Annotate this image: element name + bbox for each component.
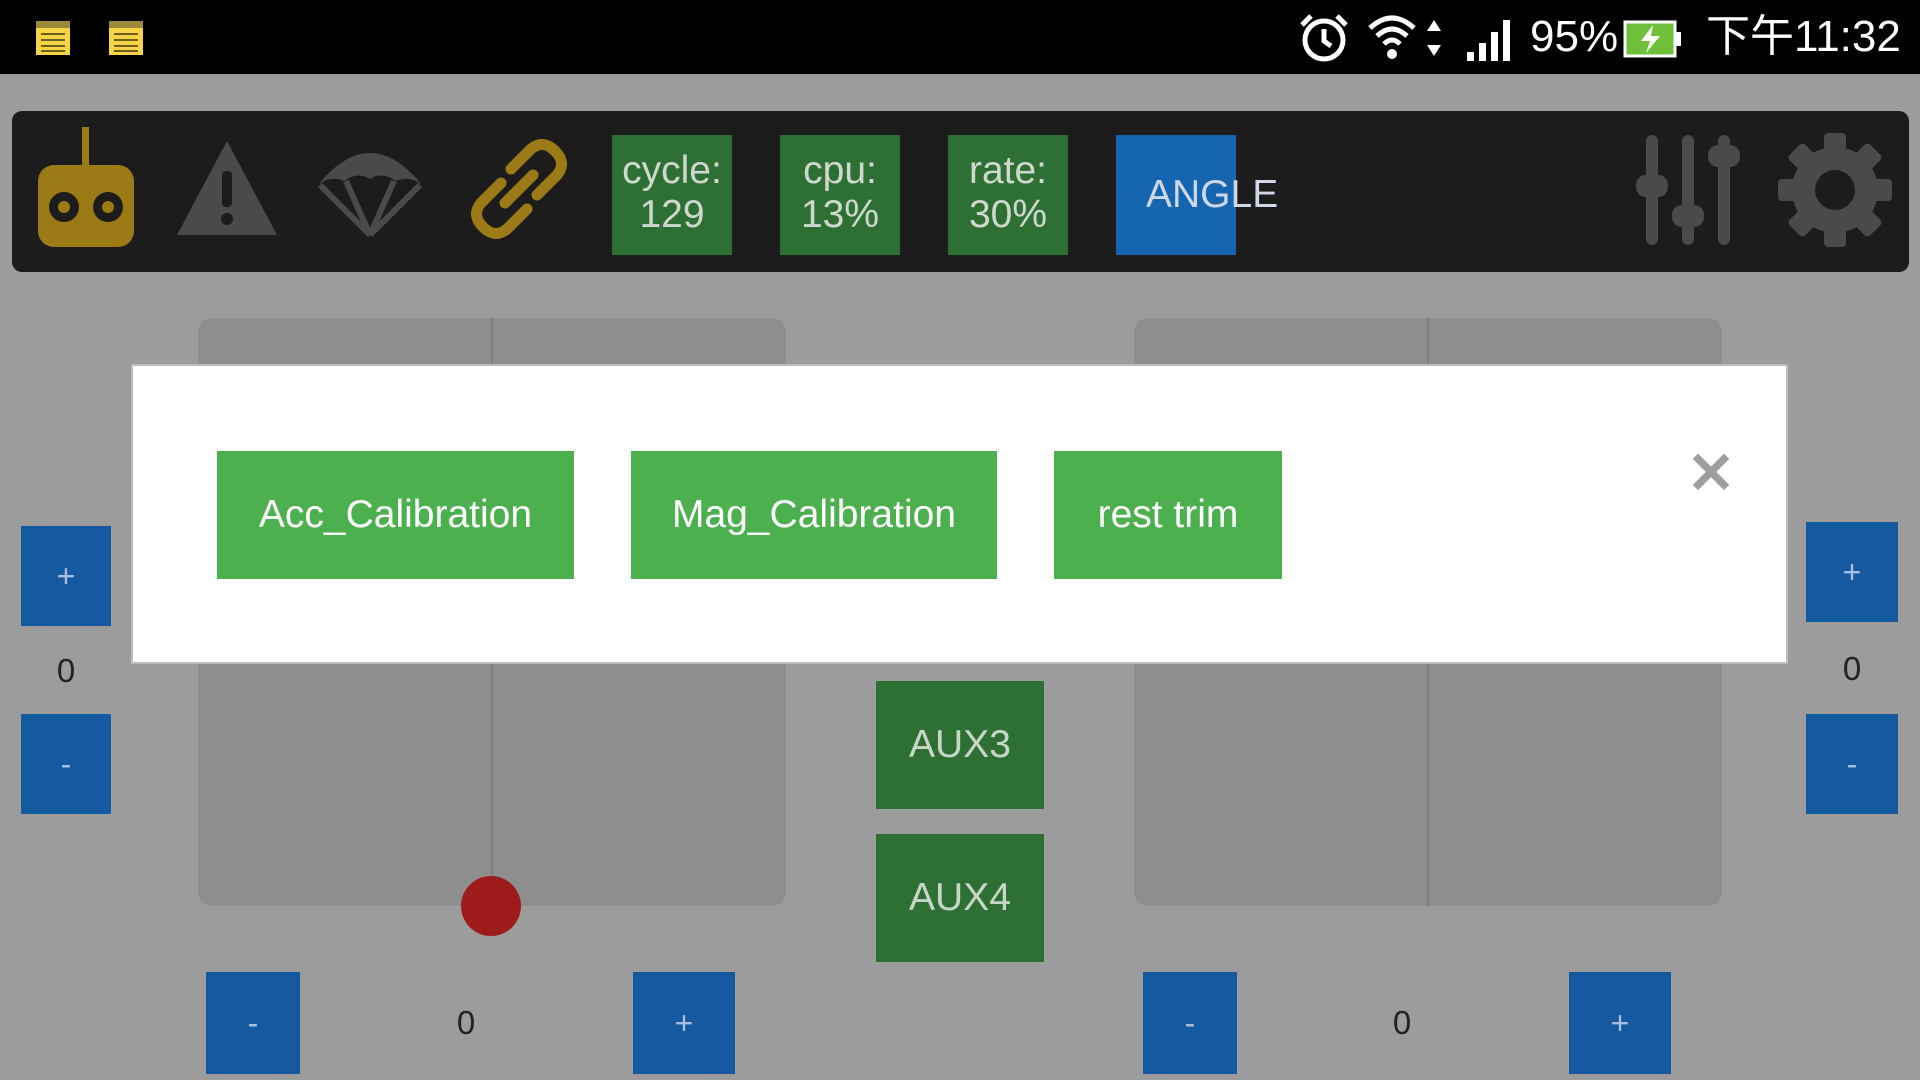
- left-trim-value: 0: [56, 652, 76, 689]
- left-trim-minus-button[interactable]: -: [21, 714, 111, 814]
- reset-trim-button[interactable]: rest trim: [1054, 451, 1282, 579]
- notes-icon: [109, 21, 143, 55]
- cycle-value: 129: [639, 193, 705, 236]
- cpu-label: cpu:: [803, 149, 877, 192]
- link-icon[interactable]: [467, 139, 571, 239]
- bottom-left-value: 0: [456, 1004, 476, 1041]
- cpu-stat: cpu: 13%: [780, 135, 900, 255]
- data-arrows-icon: [1427, 20, 1441, 56]
- toolbar: cycle: 129 cpu: 13% rate: 30% ANGLE: [12, 111, 1909, 272]
- acc-calibration-button[interactable]: Acc_Calibration: [217, 451, 574, 579]
- calibration-dialog: Acc_Calibration Mag_Calibration rest tri…: [131, 364, 1788, 664]
- bottom-right-value: 0: [1392, 1004, 1412, 1041]
- remote-controller-icon[interactable]: [36, 127, 136, 249]
- left-joystick-knob[interactable]: [461, 876, 521, 936]
- rate-stat: rate: 30%: [948, 135, 1068, 255]
- aux3-button[interactable]: AUX3: [876, 681, 1044, 809]
- bottom-right-minus-button[interactable]: -: [1143, 972, 1237, 1074]
- signal-icon: [1467, 20, 1510, 61]
- bottom-left-minus-button[interactable]: -: [206, 972, 300, 1074]
- aux4-button[interactable]: AUX4: [876, 834, 1044, 962]
- gear-icon[interactable]: [1776, 131, 1894, 249]
- bottom-right-plus-button[interactable]: +: [1569, 972, 1671, 1074]
- mag-calibration-button[interactable]: Mag_Calibration: [631, 451, 997, 579]
- notes-icon: [36, 21, 70, 55]
- warning-icon[interactable]: [175, 139, 279, 237]
- status-bar: 95% 下午11:32: [0, 0, 1920, 74]
- clock: 下午11:32: [1706, 12, 1901, 61]
- flight-mode-badge[interactable]: ANGLE: [1116, 135, 1278, 255]
- bottom-left-plus-button[interactable]: +: [633, 972, 735, 1074]
- right-trim-minus-button[interactable]: -: [1806, 714, 1898, 814]
- parachute-icon[interactable]: [316, 135, 424, 239]
- right-trim-plus-button[interactable]: +: [1806, 522, 1898, 622]
- right-trim-value: 0: [1842, 650, 1862, 687]
- rate-value: 30%: [968, 193, 1048, 236]
- battery-charging-icon: [1623, 20, 1681, 58]
- rate-label: rate:: [968, 149, 1048, 192]
- cpu-value: 13%: [800, 193, 880, 236]
- cycle-stat: cycle: 129: [612, 135, 732, 255]
- battery-percent: 95%: [1530, 12, 1619, 61]
- cycle-label: cycle:: [622, 149, 722, 192]
- close-icon[interactable]: ✕: [1681, 444, 1741, 504]
- wifi-icon: [1368, 15, 1416, 59]
- left-trim-plus-button[interactable]: +: [21, 526, 111, 626]
- alarm-icon: [1300, 14, 1348, 62]
- sliders-icon[interactable]: [1632, 131, 1744, 249]
